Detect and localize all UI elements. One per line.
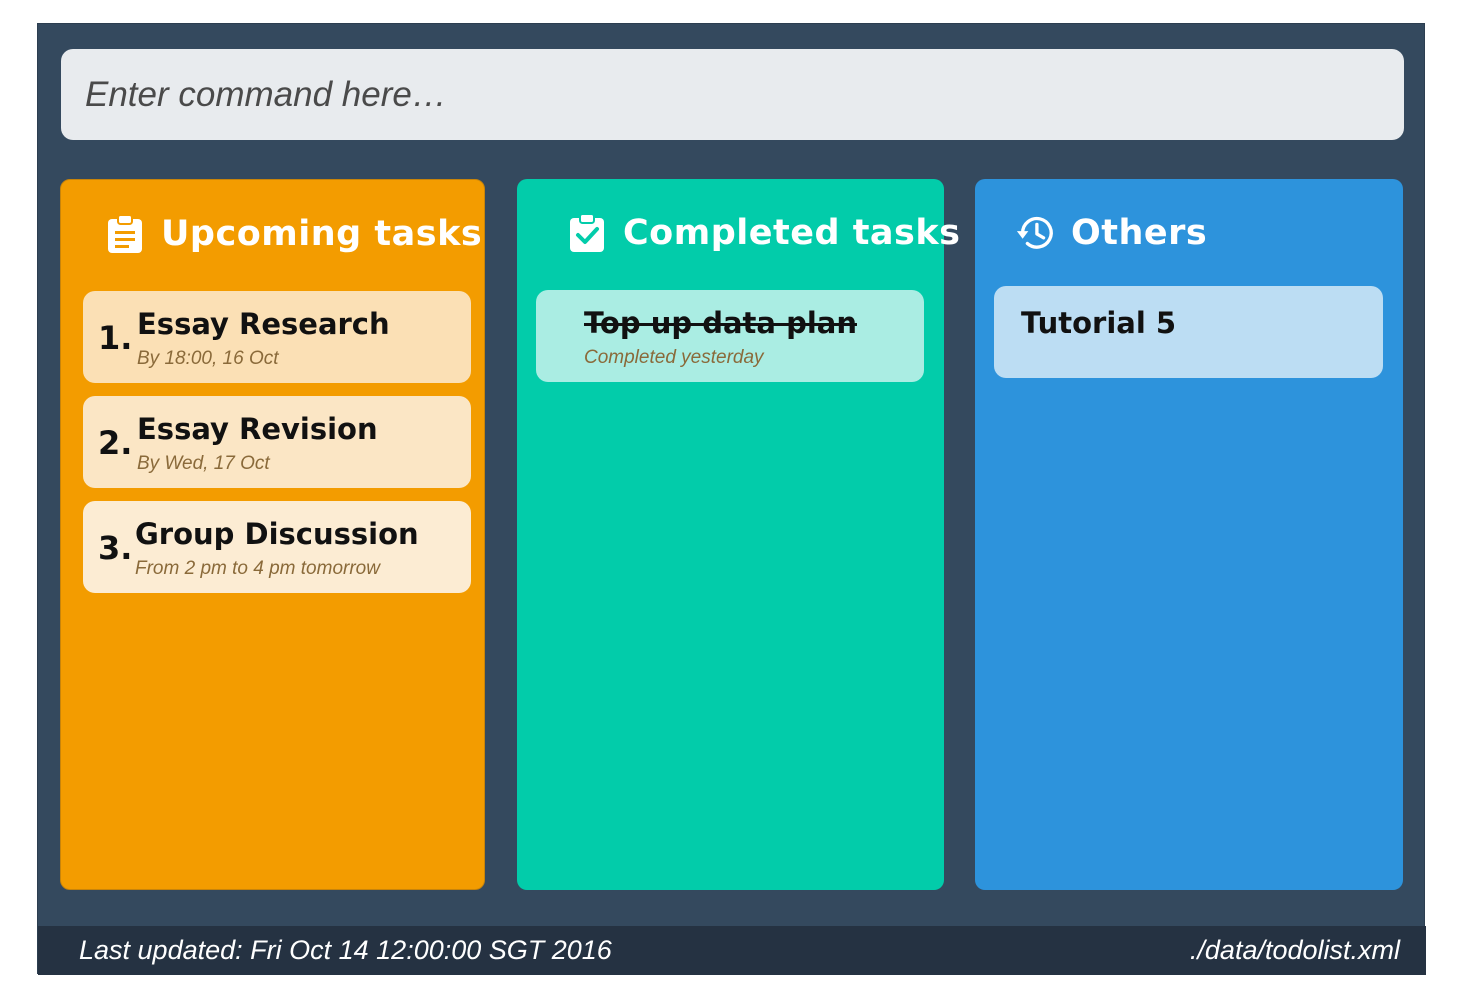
app-window: Upcoming tasks 1. Essay Research By 18:0… (37, 23, 1426, 975)
completed-tasks-header: Completed tasks (567, 213, 961, 253)
history-icon (1015, 213, 1055, 253)
status-bar: Last updated: Fri Oct 14 12:00:00 SGT 20… (38, 926, 1426, 975)
task-card[interactable]: 1. Essay Research By 18:00, 16 Oct (83, 291, 471, 383)
task-deadline: From 2 pm to 4 pm tomorrow (135, 558, 380, 579)
upcoming-tasks-title: Upcoming tasks (161, 214, 483, 254)
task-card[interactable]: 2. Essay Revision By Wed, 17 Oct (83, 396, 471, 488)
clipboard-check-icon (567, 213, 607, 253)
task-title: Tutorial 5 (1021, 306, 1177, 340)
command-input[interactable] (85, 49, 1380, 140)
task-card[interactable]: 3. Group Discussion From 2 pm to 4 pm to… (83, 501, 471, 593)
task-completed-date: Completed yesterday (584, 347, 764, 368)
last-updated-text: Last updated: Fri Oct 14 12:00:00 SGT 20… (79, 935, 612, 965)
task-card[interactable]: Top up data plan Completed yesterday (536, 290, 924, 382)
upcoming-tasks-header: Upcoming tasks (105, 214, 482, 254)
others-header: Others (1015, 213, 1207, 253)
command-box[interactable] (61, 49, 1404, 140)
others-panel: Others Tutorial 5 (975, 179, 1403, 890)
task-number: 3. (98, 529, 133, 567)
task-number: 2. (98, 424, 133, 462)
task-number: 1. (98, 319, 133, 357)
task-deadline: By Wed, 17 Oct (137, 453, 270, 474)
task-title: Group Discussion (135, 517, 419, 551)
completed-tasks-title: Completed tasks (623, 213, 961, 253)
task-title: Essay Research (137, 307, 390, 341)
completed-tasks-panel: Completed tasks Top up data plan Complet… (517, 179, 960, 890)
task-deadline: By 18:00, 16 Oct (137, 348, 279, 369)
file-path-text: ./data/todolist.xml (1189, 935, 1400, 965)
task-card[interactable]: Tutorial 5 (994, 286, 1383, 378)
task-title: Top up data plan (584, 306, 857, 340)
clipboard-list-icon (105, 214, 145, 254)
upcoming-tasks-panel: Upcoming tasks 1. Essay Research By 18:0… (60, 179, 485, 890)
task-title: Essay Revision (137, 412, 378, 446)
others-title: Others (1071, 213, 1208, 253)
